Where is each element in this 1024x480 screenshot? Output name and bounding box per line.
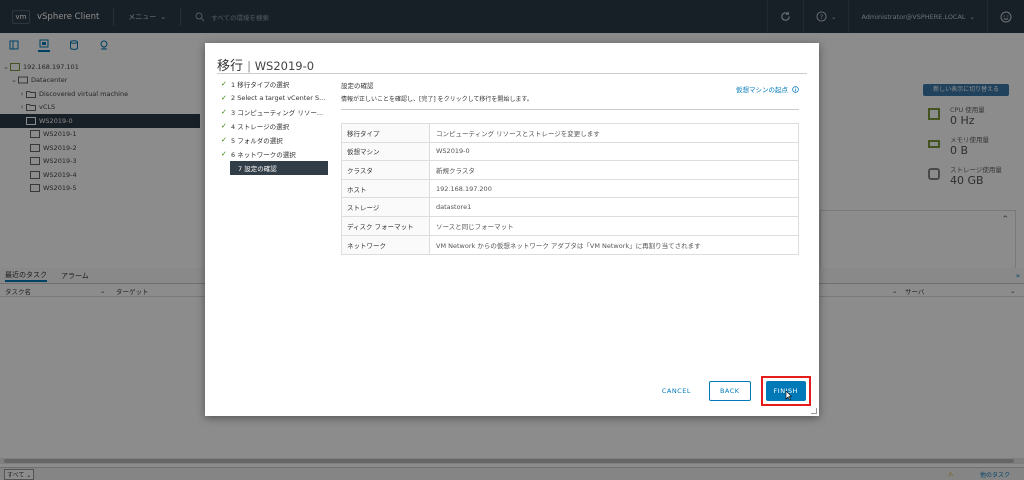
- row-value: datastore1: [436, 203, 472, 212]
- row-key: ホスト: [342, 179, 430, 198]
- dialog-title-text: 移行: [217, 59, 244, 74]
- step-label: 5 フォルダの選択: [231, 137, 283, 145]
- wizard-step-active[interactable]: 7 設定の確認: [230, 161, 328, 175]
- table-row: ストレージ datastore1: [342, 198, 798, 217]
- table-row: ディスク フォーマット ソースと同じフォーマット: [342, 216, 798, 236]
- check-icon: ✓: [221, 80, 227, 88]
- wizard-step[interactable]: ✓ 5 フォルダの選択: [221, 133, 331, 147]
- row-value: VM Network からの仮想ネットワーク アダプタは「VM Network」…: [436, 241, 701, 250]
- wizard-step[interactable]: ✓ 1 移行タイプの選択: [221, 77, 331, 91]
- review-content: 設定の確認 情報が正しいことを確認し、[完了] をクリックして移行を開始します。…: [341, 80, 799, 256]
- step-label: 1 移行タイプの選択: [231, 81, 290, 89]
- step-label: 4 ストレージの選択: [231, 123, 290, 131]
- content-title: 設定の確認: [341, 82, 374, 90]
- check-icon: ✓: [221, 150, 227, 158]
- summary-table: 移行タイプ コンピューティング リソースとストレージを変更します 仮想マシン WS2…: [341, 123, 799, 256]
- wizard-step[interactable]: ✓ 6 ネットワークの選択: [221, 147, 331, 161]
- migrate-dialog: 移行 | WS2019-0 ✓ 1 移行タイプの選択 ✓ 2 Select a ta…: [205, 43, 819, 416]
- wizard-step[interactable]: ✓ 3 コンピューティング リソー...: [221, 105, 331, 119]
- row-value: 新規クラスタ: [436, 166, 475, 175]
- finish-highlight: FINISH: [760, 376, 811, 406]
- row-key: ストレージ: [342, 198, 430, 216]
- row-key: ネットワーク: [342, 235, 430, 255]
- check-icon: ✓: [221, 108, 227, 116]
- vm-origin-label: 仮想マシンの起点: [736, 86, 788, 94]
- row-key: クラスタ: [342, 161, 430, 179]
- check-icon: ✓: [221, 122, 227, 130]
- table-row: ホスト 192.168.197.200: [342, 179, 798, 199]
- wizard-step[interactable]: ✓ 2 Select a target vCenter S...: [221, 91, 331, 105]
- divider: [217, 73, 807, 74]
- row-key: 仮想マシン: [342, 142, 430, 161]
- resize-handle[interactable]: [811, 408, 817, 414]
- info-icon: [792, 85, 799, 93]
- mouse-cursor-icon: [785, 391, 792, 401]
- row-value: ソースと同じフォーマット: [436, 222, 514, 231]
- table-row: クラスタ 新規クラスタ: [342, 161, 798, 180]
- step-label: 7 設定の確認: [238, 165, 277, 173]
- table-row: ネットワーク VM Network からの仮想ネットワーク アダプタは「VM Ne…: [342, 235, 798, 255]
- step-label: 3 コンピューティング リソー...: [231, 109, 324, 117]
- content-description: 情報が正しいことを確認し、[完了] をクリックして移行を開始します。: [341, 96, 533, 103]
- step-label: 6 ネットワークの選択: [231, 151, 296, 159]
- dialog-subtitle: WS2019-0: [254, 59, 315, 73]
- row-value: コンピューティング リソースとストレージを変更します: [436, 129, 600, 138]
- finish-button[interactable]: FINISH: [765, 381, 806, 401]
- check-icon: ✓: [221, 136, 227, 144]
- wizard-steps: ✓ 1 移行タイプの選択 ✓ 2 Select a target vCenter S…: [221, 77, 331, 175]
- back-button[interactable]: BACK: [708, 381, 751, 401]
- row-value: WS2019-0: [436, 147, 470, 156]
- dialog-actions: CANCEL BACK FINISH: [654, 376, 811, 406]
- check-icon: ✓: [221, 94, 227, 102]
- row-value: 192.168.197.200: [436, 184, 492, 193]
- row-key: 移行タイプ: [342, 124, 430, 142]
- dialog-title: 移行 | WS2019-0: [217, 59, 315, 74]
- divider: [341, 109, 799, 110]
- step-label: 2 Select a target vCenter S...: [231, 94, 326, 102]
- row-key: ディスク フォーマット: [342, 216, 430, 235]
- vm-origin-link[interactable]: 仮想マシンの起点: [736, 84, 799, 94]
- table-row: 仮想マシン WS2019-0: [342, 142, 798, 162]
- wizard-step[interactable]: ✓ 4 ストレージの選択: [221, 119, 331, 133]
- cancel-button[interactable]: CANCEL: [654, 387, 699, 395]
- table-row: 移行タイプ コンピューティング リソースとストレージを変更します: [342, 124, 798, 143]
